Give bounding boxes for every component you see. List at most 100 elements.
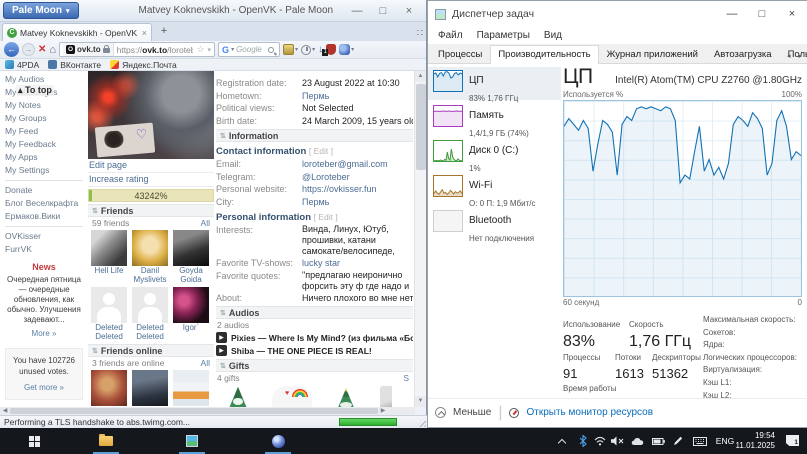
sidebar-item-my-apps[interactable]: My Apps	[5, 151, 83, 164]
scroll-right-icon[interactable]: ▶	[378, 407, 388, 415]
sidebar-item-my-feedback[interactable]: My Feedback	[5, 138, 83, 151]
resource-item-cpu[interactable]: ЦП83% 1,76 ГГц	[428, 67, 561, 100]
website-link[interactable]: https://ovkisser.fun	[302, 183, 413, 196]
close-button[interactable]: ×	[777, 1, 807, 27]
resource-item-wifi[interactable]: Wi-FiО: 0 П: 1,9 Мбит/с	[428, 172, 561, 205]
start-button[interactable]	[20, 428, 48, 454]
city-link[interactable]: Пермь	[302, 196, 413, 209]
scrollbar-thumb[interactable]	[10, 408, 378, 414]
palemoon-personas-button[interactable]: ▾	[283, 44, 298, 55]
bookmark-star-icon[interactable]: ☆	[196, 44, 204, 55]
friend-card[interactable]: Igor`	[172, 287, 210, 341]
battery-tray-icon[interactable]	[650, 428, 666, 454]
bookmark-4pda[interactable]: 4PDA	[5, 60, 39, 70]
url-dropdown-icon[interactable]: ▾	[208, 46, 212, 54]
friends-all-link[interactable]: All	[201, 218, 210, 228]
avatar[interactable]	[173, 230, 209, 266]
search-placeholder[interactable]: Google	[236, 45, 266, 54]
action-center-icon[interactable]: 1	[786, 435, 799, 446]
news-more-link[interactable]: More »	[5, 329, 83, 338]
sidebar-item-wiki[interactable]: Ермаков.Вики	[5, 210, 83, 223]
back-button[interactable]: ←	[4, 42, 19, 57]
personal-edit-link[interactable]: [ Edit ]	[314, 212, 338, 222]
volume-muted-tray-icon[interactable]	[609, 428, 625, 454]
adblock-shield-icon[interactable]: 1	[326, 44, 336, 55]
votes-get-more-link[interactable]: Get more »	[8, 382, 80, 393]
close-button[interactable]: ×	[402, 5, 416, 17]
search-icon[interactable]	[268, 47, 274, 53]
browser-tab-active[interactable]: C Matvey Koknevskikh - OpenVK ×	[2, 23, 152, 41]
avatar[interactable]	[173, 287, 209, 323]
sidebar-item-ovkisser[interactable]: OVKisser	[5, 230, 83, 243]
resource-item-memory[interactable]: Память1,4/1,9 ГБ (74%)	[428, 102, 561, 135]
touch-keyboard-tray-icon[interactable]	[691, 428, 709, 454]
avatar[interactable]	[91, 230, 127, 266]
play-icon[interactable]: ▶	[216, 345, 227, 356]
friend-card[interactable]: Aleksandr Borodach	[131, 370, 169, 407]
fewer-details-button[interactable]: Меньше	[453, 407, 491, 418]
avatar[interactable]	[132, 230, 168, 266]
friend-card[interactable]: Goyda Goida	[172, 230, 210, 284]
scroll-down-icon[interactable]: ▼	[415, 396, 426, 407]
scrollbar-thumb[interactable]	[416, 84, 426, 170]
taskbar-file-explorer[interactable]	[90, 428, 122, 454]
tab-startup[interactable]: Автозагрузка	[706, 45, 780, 63]
hometown-link[interactable]: Пермь	[302, 90, 413, 103]
bookmark-yandex-mail[interactable]: Яндекс.Почта	[110, 60, 177, 70]
palemoon-menu-button[interactable]: Pale Moon ▾	[3, 2, 79, 19]
friend-card[interactable]: Hell Life	[90, 230, 128, 284]
all-tabs-icon[interactable]: ∷	[417, 28, 423, 39]
collapse-icon[interactable]: ⇅	[92, 207, 98, 215]
resource-item-disk[interactable]: Диск 0 (C:)1%	[428, 137, 561, 170]
avatar[interactable]	[132, 370, 168, 406]
avatar[interactable]	[132, 287, 168, 323]
sidebar-item-blog[interactable]: Блог Веселкрафта	[5, 197, 83, 210]
google-icon[interactable]: G	[222, 45, 229, 55]
bluetooth-tray-icon[interactable]	[576, 428, 590, 454]
taskbar-palemoon[interactable]	[262, 428, 294, 454]
gifts-see-all-link[interactable]: S	[403, 373, 409, 383]
url-text[interactable]: https://ovk.to/loroteber	[117, 45, 194, 55]
search-bar[interactable]: G ▾ Google	[218, 42, 280, 57]
sidebar-item-donate[interactable]: Donate	[5, 184, 83, 197]
tray-expand-button[interactable]	[554, 428, 570, 454]
menu-options[interactable]: Параметры	[471, 30, 536, 41]
pen-tray-icon[interactable]	[671, 428, 685, 454]
maximize-button[interactable]: □	[376, 5, 390, 17]
friend-card[interactable]: Sergey Belyakov	[90, 370, 128, 407]
increase-rating-link[interactable]: Increase rating	[88, 173, 214, 187]
vertical-scrollbar[interactable]: ▲ ▼	[414, 71, 426, 407]
cpu-usage-graph[interactable]	[563, 100, 802, 297]
resource-item-bluetooth[interactable]: BluetoothНет подключения	[428, 207, 561, 240]
to-top-button[interactable]: ▴ To top	[16, 85, 54, 96]
gift-image[interactable]	[380, 386, 392, 407]
tab-app-history[interactable]: Журнал приложений	[599, 45, 706, 63]
new-tab-button[interactable]: +	[154, 24, 174, 40]
friend-card[interactable]: Danya	[172, 370, 210, 407]
onedrive-tray-icon[interactable]	[629, 428, 645, 454]
site-identity-chip[interactable]: O ovk.to	[63, 43, 114, 56]
tab-close-icon[interactable]: ×	[142, 28, 147, 38]
tv-shows-link[interactable]: lucky star	[302, 257, 413, 270]
sidebar-item-my-groups[interactable]: My Groups	[5, 112, 83, 125]
minimize-button[interactable]: —	[717, 1, 747, 27]
play-icon[interactable]: ▶	[216, 332, 227, 343]
friend-card[interactable]: Deleted Deleted	[131, 287, 169, 341]
friend-card[interactable]: Deleted Deleted	[90, 287, 128, 341]
edit-page-link[interactable]: Edit page	[88, 159, 214, 173]
resize-grip[interactable]	[417, 418, 426, 427]
tab-processes[interactable]: Процессы	[430, 45, 490, 63]
home-button[interactable]: ⌂	[49, 44, 56, 56]
forward-button[interactable]: →	[22, 43, 35, 56]
sidebar-item-my-notes[interactable]: My Notes	[5, 99, 83, 112]
language-indicator[interactable]: ENG	[714, 428, 736, 454]
collapse-icon[interactable]: ⇅	[220, 132, 226, 140]
collapse-icon[interactable]: ⇅	[92, 347, 98, 355]
open-resource-monitor-link[interactable]: Открыть монитор ресурсов	[526, 407, 653, 418]
gift-image[interactable]	[326, 386, 366, 407]
search-engine-dropdown-icon[interactable]: ▾	[231, 46, 234, 53]
url-bar[interactable]: O ovk.to https://ovk.to/loroteber ☆ ▾	[59, 42, 215, 57]
scroll-up-icon[interactable]: ▲	[415, 71, 426, 82]
minimize-button[interactable]: —	[350, 5, 364, 17]
horizontal-scrollbar[interactable]: ◀ ▶	[0, 407, 415, 415]
